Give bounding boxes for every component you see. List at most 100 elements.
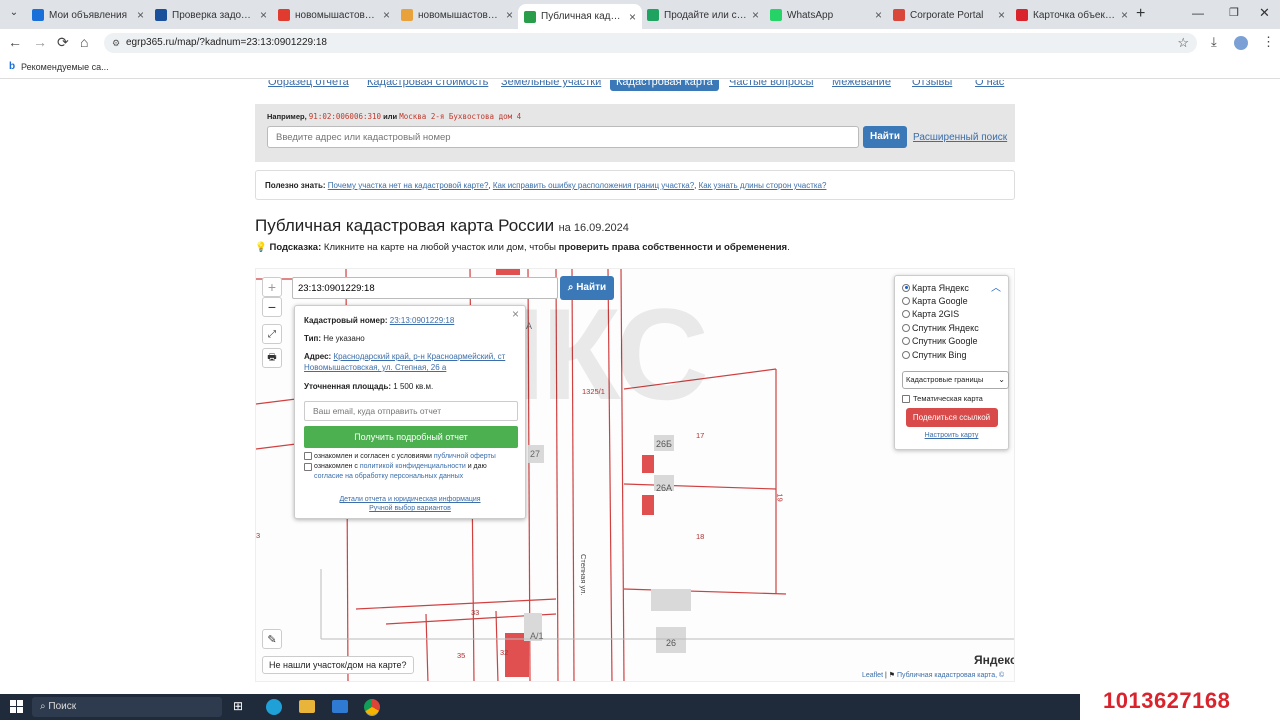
street-label: Степная ул. bbox=[579, 554, 588, 596]
windows-start-icon[interactable] bbox=[10, 700, 23, 713]
offer-link[interactable]: публичной оферты bbox=[434, 453, 496, 460]
map-find-button[interactable]: ⌕ Найти bbox=[560, 276, 614, 300]
nav-link-6[interactable]: Межевание bbox=[832, 80, 891, 88]
close-tab-icon[interactable]: × bbox=[506, 8, 513, 22]
fullscreen-icon[interactable]: ⤢ bbox=[262, 324, 282, 344]
cadastral-map[interactable]: ЯКС 27 26Б 26А 17 18 19 33 35 32 26 1325… bbox=[255, 268, 1015, 682]
nav-link-5[interactable]: Частые вопросы bbox=[729, 80, 814, 88]
collapse-chevron-icon[interactable]: ︿ bbox=[991, 279, 1001, 294]
nav-link-1[interactable]: Образец отчета bbox=[268, 80, 349, 88]
chrome-icon[interactable] bbox=[364, 699, 380, 715]
back-icon[interactable]: ← bbox=[8, 34, 22, 50]
layer-option-5[interactable]: Спутник Google bbox=[902, 335, 1001, 348]
tab-8[interactable]: Corporate Portal × bbox=[887, 4, 1011, 26]
restore-button[interactable]: ❐ bbox=[1229, 6, 1239, 19]
nav-link-4[interactable]: Кадастровая карта bbox=[610, 80, 719, 91]
close-tab-icon[interactable]: × bbox=[1121, 8, 1128, 22]
share-link-button[interactable]: Поделиться ссылкой bbox=[905, 408, 998, 428]
edge-icon[interactable] bbox=[266, 699, 282, 715]
tab-1[interactable]: Мои объявления × bbox=[26, 4, 150, 26]
home-icon[interactable]: ⌂ bbox=[80, 34, 88, 50]
close-tab-icon[interactable]: × bbox=[875, 8, 882, 22]
layer-option-3[interactable]: Карта 2GIS bbox=[902, 308, 1001, 321]
taskbar-search[interactable]: ⌕ Поиск bbox=[32, 697, 222, 717]
popup-kadnum-link[interactable]: 23:13:0901229:18 bbox=[390, 316, 455, 325]
email-field[interactable] bbox=[304, 401, 518, 421]
a-letter-icon bbox=[1016, 9, 1028, 21]
tab-5[interactable]: Публичная кадастр × bbox=[518, 4, 642, 29]
close-window-button[interactable]: ✕ bbox=[1259, 5, 1270, 21]
close-tab-icon[interactable]: × bbox=[137, 8, 144, 22]
tip-link-1[interactable]: Почему участка нет на кадастровой карте? bbox=[328, 181, 489, 190]
nav-link-3[interactable]: Земельные участки bbox=[501, 80, 601, 88]
cadastral-select[interactable]: Кадастровые границы ⌄ bbox=[902, 371, 1009, 390]
advanced-search-link[interactable]: Расширенный поиск bbox=[913, 132, 1007, 143]
map-kadnum-input[interactable] bbox=[292, 277, 558, 299]
popup-type-row: Тип: Не указано bbox=[304, 334, 365, 343]
agree-offer-checkbox[interactable] bbox=[304, 452, 312, 460]
close-tab-icon[interactable]: × bbox=[752, 8, 759, 22]
layer-option-2[interactable]: Карта Google bbox=[902, 294, 1001, 307]
layer-option-6[interactable]: Спутник Bing bbox=[902, 348, 1001, 361]
bookmark-star-icon[interactable]: ☆ bbox=[1177, 33, 1189, 53]
radio-button[interactable] bbox=[902, 323, 910, 332]
site-info-icon[interactable]: ⚙ bbox=[112, 33, 120, 53]
example-code[interactable]: 91:02:006006:310 bbox=[309, 112, 381, 121]
mail-icon[interactable] bbox=[332, 700, 348, 713]
profile-avatar[interactable] bbox=[1234, 36, 1248, 50]
tab-6[interactable]: Продайте или сдайт × bbox=[641, 4, 765, 26]
privacy-link[interactable]: политикой конфиденциальности bbox=[360, 463, 466, 470]
attribution-link[interactable]: Публичная кадастровая карта, © bbox=[897, 672, 1004, 679]
tab-4[interactable]: новомышастовская × bbox=[395, 4, 519, 26]
bookmark-recommended[interactable]: Рекомендуемые са... bbox=[21, 62, 109, 72]
print-icon[interactable]: 🖶 bbox=[262, 348, 282, 368]
find-button[interactable]: Найти bbox=[863, 126, 907, 148]
close-tab-icon[interactable]: × bbox=[260, 8, 267, 22]
radio-button[interactable] bbox=[902, 337, 910, 346]
radio-button[interactable] bbox=[902, 297, 910, 306]
tab-9[interactable]: Карточка объекта н × bbox=[1010, 4, 1134, 26]
consent-link[interactable]: согласие на обработку персональных данны… bbox=[314, 473, 463, 480]
nav-link-8[interactable]: О нас bbox=[975, 80, 1004, 88]
not-found-button[interactable]: Не нашли участок/дом на карте? bbox=[262, 656, 414, 674]
menu-icon[interactable]: ⋮ bbox=[1262, 34, 1275, 50]
tab-7[interactable]: WhatsApp × bbox=[764, 4, 888, 26]
layer-option-1[interactable]: Карта Яндекс bbox=[902, 281, 1001, 294]
minimize-button[interactable]: — bbox=[1192, 6, 1204, 20]
reload-icon[interactable]: ⟳ bbox=[57, 34, 69, 51]
ruler-icon[interactable]: ✎ bbox=[262, 629, 282, 649]
tip-link-3[interactable]: Как узнать длины сторон участка? bbox=[699, 181, 827, 190]
radio-button[interactable] bbox=[902, 283, 910, 292]
close-tab-icon[interactable]: × bbox=[998, 8, 1005, 22]
configure-map-link[interactable]: Настроить карту bbox=[902, 432, 1001, 439]
manual-select-link[interactable]: Ручной выбор вариантов bbox=[369, 505, 451, 512]
forward-icon[interactable]: → bbox=[33, 34, 47, 50]
tab-search-icon[interactable]: ⌄ bbox=[6, 7, 22, 23]
address-search-input[interactable] bbox=[267, 126, 859, 148]
popup-address-link[interactable]: Краснодарский край, р-н Красноармейский,… bbox=[304, 352, 505, 372]
task-view-icon[interactable]: ⊞ bbox=[233, 699, 243, 713]
nav-link-7[interactable]: Отзывы bbox=[912, 80, 952, 88]
url-field[interactable]: ⚙ egrp365.ru/map/?kadnum=23:13:0901229:1… bbox=[104, 33, 1197, 53]
new-tab-button[interactable]: + bbox=[1136, 5, 1145, 23]
get-report-button[interactable]: Получить подробный отчет bbox=[304, 426, 518, 448]
radio-button[interactable] bbox=[902, 350, 910, 359]
tip-link-2[interactable]: Как исправить ошибку расположения границ… bbox=[493, 181, 694, 190]
close-tab-icon[interactable]: × bbox=[629, 10, 636, 24]
download-icon[interactable]: ⤓ bbox=[1211, 34, 1217, 50]
close-icon[interactable]: × bbox=[512, 307, 519, 321]
zoom-in-button[interactable]: + bbox=[262, 277, 282, 297]
zoom-out-button[interactable]: − bbox=[262, 297, 282, 317]
close-tab-icon[interactable]: × bbox=[383, 8, 390, 22]
nav-link-2[interactable]: Кадастровая стоимость bbox=[367, 80, 488, 88]
tab-2[interactable]: Проверка задолженн × bbox=[149, 4, 273, 26]
tab-3[interactable]: новомышастовская × bbox=[272, 4, 396, 26]
agree-privacy-checkbox[interactable] bbox=[304, 463, 312, 471]
layer-option-4[interactable]: Спутник Яндекс bbox=[902, 321, 1001, 334]
radio-button[interactable] bbox=[902, 310, 910, 319]
leaflet-link[interactable]: Leaflet bbox=[862, 672, 883, 679]
example-address[interactable]: Москва 2-я Бухвостова дом 4 bbox=[399, 112, 521, 121]
explorer-icon[interactable] bbox=[299, 700, 315, 713]
thematic-checkbox[interactable] bbox=[902, 394, 910, 403]
report-details-link[interactable]: Детали отчета и юридическая информация bbox=[339, 496, 480, 503]
